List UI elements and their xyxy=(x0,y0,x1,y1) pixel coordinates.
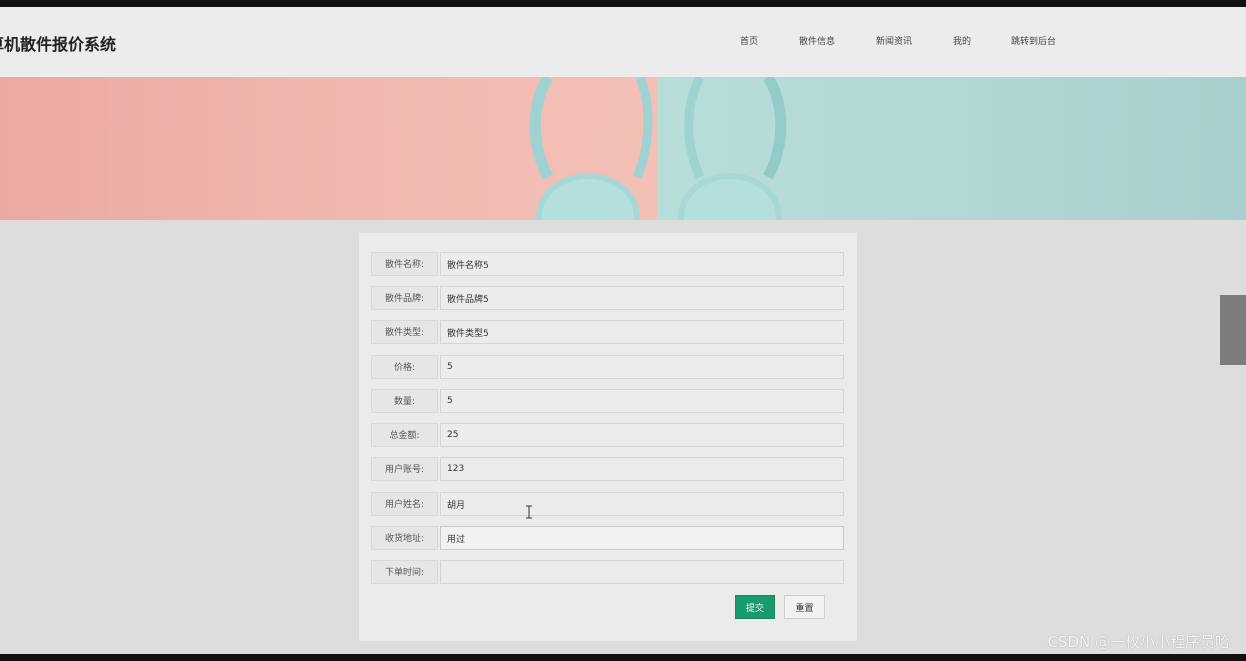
label-quantity: 数量: xyxy=(371,389,438,413)
part-brand-input[interactable] xyxy=(440,286,844,310)
total-amount-input[interactable] xyxy=(440,423,844,447)
quantity-input[interactable] xyxy=(440,389,844,413)
site-title: 算机散件报价系统 xyxy=(0,35,117,54)
form-row-part-type: 散件类型: xyxy=(371,320,844,344)
form-row-total-amount: 总金额: xyxy=(371,423,844,447)
label-order-time: 下单时间: xyxy=(371,560,438,584)
label-user-account: 用户账号: xyxy=(371,457,438,481)
window-bottom-bar xyxy=(0,654,1246,661)
reset-button[interactable]: 重置 xyxy=(784,595,825,619)
submit-button[interactable]: 提交 xyxy=(735,595,775,619)
form-row-price: 价格: xyxy=(371,355,844,379)
nav-item-mine[interactable]: 我的 xyxy=(953,34,971,47)
nav-item-admin[interactable]: 跳转到后台 xyxy=(1011,34,1056,47)
form-row-part-brand: 散件品牌: xyxy=(371,286,844,310)
site-header: 算机散件报价系统 首页 散件信息 新闻资讯 我的 跳转到后台 xyxy=(0,7,1246,77)
part-name-input[interactable] xyxy=(440,252,844,276)
hero-banner xyxy=(0,77,1246,220)
watermark: CSDN @一枚小小程序员哈 xyxy=(1047,633,1230,651)
label-total-amount: 总金额: xyxy=(371,423,438,447)
window-top-bar xyxy=(0,0,1246,7)
form-row-user-name: 用户姓名: xyxy=(371,492,844,516)
form-row-quantity: 数量: xyxy=(371,389,844,413)
form-row-user-account: 用户账号: xyxy=(371,457,844,481)
order-time-input[interactable] xyxy=(440,560,844,584)
side-float-tab[interactable] xyxy=(1220,295,1246,365)
shipping-address-input[interactable] xyxy=(440,526,844,550)
label-price: 价格: xyxy=(371,355,438,379)
label-user-name: 用户姓名: xyxy=(371,492,438,516)
label-shipping-address: 收货地址: xyxy=(371,526,438,550)
nav-item-news[interactable]: 新闻资讯 xyxy=(876,34,912,47)
form-row-order-time: 下单时间: xyxy=(371,560,844,584)
label-part-type: 散件类型: xyxy=(371,320,438,344)
form-row-part-name: 散件名称: xyxy=(371,252,844,276)
label-part-name: 散件名称: xyxy=(371,252,438,276)
nav-item-home[interactable]: 首页 xyxy=(740,34,758,47)
form-row-shipping-address: 收货地址: xyxy=(371,526,844,550)
order-form-panel: 散件名称: 散件品牌: 散件类型: 价格: 数量: 总金额: 用户账号: 用户姓… xyxy=(359,233,857,641)
user-name-input[interactable] xyxy=(440,492,844,516)
label-part-brand: 散件品牌: xyxy=(371,286,438,310)
headphones-image xyxy=(529,77,787,220)
nav-item-parts-info[interactable]: 散件信息 xyxy=(799,34,835,47)
text-cursor-icon xyxy=(526,505,532,519)
price-input[interactable] xyxy=(440,355,844,379)
part-type-input[interactable] xyxy=(440,320,844,344)
user-account-input[interactable] xyxy=(440,457,844,481)
